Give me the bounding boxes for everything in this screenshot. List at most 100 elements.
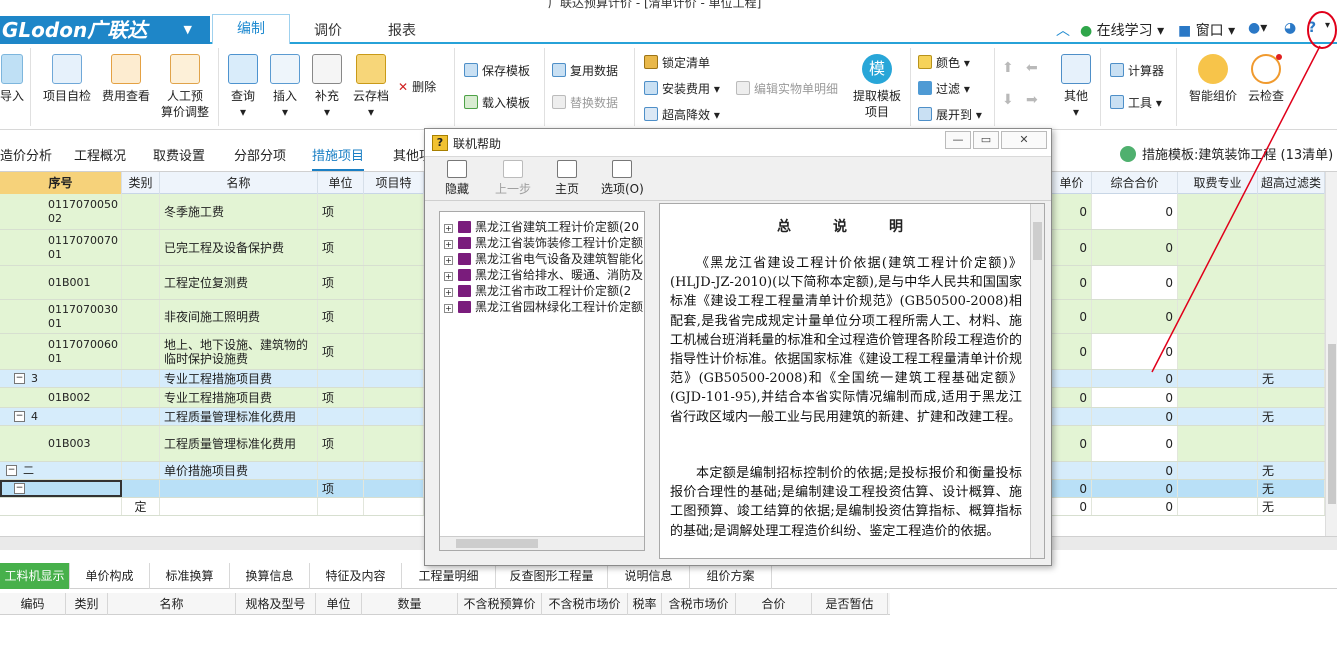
- cell-category[interactable]: [122, 426, 160, 461]
- tab-adjust-price[interactable]: 调价: [314, 20, 342, 40]
- cell-feature[interactable]: [364, 462, 424, 479]
- expand-plus-icon[interactable]: +: [444, 288, 453, 297]
- service-robot-icon[interactable]: ◕: [1284, 20, 1296, 36]
- cell-total[interactable]: 0: [1092, 498, 1178, 515]
- calculator-button[interactable]: 计算器: [1110, 62, 1164, 79]
- cell-name[interactable]: 工程质量管理标准化费用: [160, 408, 318, 425]
- expand-to-button[interactable]: 展开到 ▾: [918, 106, 982, 123]
- cell-name[interactable]: 专业工程措施项目费: [160, 388, 318, 407]
- cell-unit[interactable]: 项: [318, 230, 364, 265]
- cell-fee-major[interactable]: [1178, 408, 1258, 425]
- col-item-name[interactable]: 名称: [108, 593, 236, 615]
- edit-entity-button[interactable]: 编辑实物单明细: [736, 80, 838, 97]
- cell-name[interactable]: 地上、地下设施、建筑物的临时保护设施费: [160, 334, 318, 369]
- col-budget-price[interactable]: 不含税预算价: [458, 593, 542, 615]
- col-seq[interactable]: 序号: [0, 172, 122, 194]
- col-amount[interactable]: 合价: [736, 593, 812, 615]
- cell-feature[interactable]: [364, 388, 424, 407]
- tab-unit-composition[interactable]: 单价构成: [70, 563, 150, 589]
- cell-fee-major[interactable]: [1178, 300, 1258, 333]
- col-tax-market-price[interactable]: 含税市场价: [662, 593, 736, 615]
- tab-pricing-scheme[interactable]: 组价方案: [690, 563, 772, 589]
- col-price[interactable]: 单价: [1052, 172, 1092, 194]
- cell-category[interactable]: [122, 462, 160, 479]
- cell-feature[interactable]: [364, 300, 424, 333]
- cell-total[interactable]: 0: [1092, 408, 1178, 425]
- cell-price[interactable]: [1052, 408, 1092, 425]
- col-total[interactable]: 综合合价: [1092, 172, 1178, 194]
- cell-seq[interactable]: 011707007001: [0, 230, 122, 265]
- expand-plus-icon[interactable]: +: [444, 256, 453, 265]
- cell-feature[interactable]: [364, 498, 424, 515]
- tab-labor-material[interactable]: 工料机显示: [0, 563, 70, 589]
- save-template-button[interactable]: 保存模板: [464, 62, 530, 79]
- cell-fee-major[interactable]: [1178, 480, 1258, 497]
- cell-total[interactable]: 0: [1092, 426, 1178, 461]
- cell-feature[interactable]: [364, 194, 424, 229]
- measure-template-info[interactable]: 措施模板:建筑装饰工程 (13清单): [1120, 144, 1333, 163]
- tab-quantity-detail[interactable]: 工程量明细: [402, 563, 496, 589]
- scroll-thumb[interactable]: [1033, 222, 1042, 260]
- collapse-minus-icon[interactable]: −: [14, 373, 25, 384]
- cell-fee-major[interactable]: [1178, 462, 1258, 479]
- filter-button[interactable]: 过滤 ▾: [918, 80, 970, 97]
- project-self-check-button[interactable]: 项目自检: [40, 54, 94, 104]
- tab-reverse-graphic[interactable]: 反查图形工程量: [496, 563, 608, 589]
- dialog-titlebar[interactable]: ? 联机帮助 — ▭ ✕: [425, 129, 1051, 157]
- tree-item[interactable]: + 黑龙江省电气设备及建筑智能化: [444, 250, 643, 267]
- content-vertical-scrollbar[interactable]: [1030, 204, 1044, 558]
- cell-unit[interactable]: 项: [318, 334, 364, 369]
- cell-price[interactable]: 0: [1052, 334, 1092, 369]
- cell-fee-major[interactable]: [1178, 426, 1258, 461]
- minimize-button[interactable]: —: [945, 131, 971, 149]
- cell-seq[interactable]: 01B002: [0, 388, 122, 407]
- scroll-thumb[interactable]: [1328, 344, 1336, 504]
- cell-category[interactable]: 定: [122, 498, 160, 515]
- cell-name[interactable]: 工程定位复测费: [160, 266, 318, 299]
- cell-seq[interactable]: 011707005002: [0, 194, 122, 229]
- cell-category[interactable]: [122, 334, 160, 369]
- cell-name[interactable]: 工程质量管理标准化费用: [160, 426, 318, 461]
- cell-total[interactable]: 0: [1092, 334, 1178, 369]
- cell-category[interactable]: [122, 408, 160, 425]
- cell-fee-major[interactable]: [1178, 230, 1258, 265]
- cell-unit[interactable]: [318, 498, 364, 515]
- cell-total[interactable]: 0: [1092, 194, 1178, 229]
- cell-total[interactable]: 0: [1092, 480, 1178, 497]
- tree-item[interactable]: + 黑龙江省装饰装修工程计价定额: [444, 234, 643, 251]
- extract-template-button[interactable]: 模 提取模板 项目: [848, 54, 906, 120]
- cell-super-filter[interactable]: 无: [1258, 370, 1325, 387]
- tree-item[interactable]: + 黑龙江省建筑工程计价定额(20: [444, 218, 639, 235]
- smart-pricing-button[interactable]: 智能组价: [1184, 54, 1242, 104]
- cell-category[interactable]: [122, 266, 160, 299]
- tab-standard-conversion[interactable]: 标准换算: [150, 563, 230, 589]
- maximize-button[interactable]: ▭: [973, 131, 999, 149]
- tree-item[interactable]: + 黑龙江省市政工程计价定额(2: [444, 282, 631, 299]
- cell-unit[interactable]: 项: [318, 266, 364, 299]
- app-logo-button[interactable]: GLodon广联达 ▼: [0, 16, 210, 44]
- cell-unit[interactable]: [318, 462, 364, 479]
- col-quantity[interactable]: 数量: [362, 593, 458, 615]
- col-name[interactable]: 名称: [160, 172, 318, 194]
- home-button[interactable]: 主页: [555, 160, 579, 197]
- expand-plus-icon[interactable]: +: [444, 272, 453, 281]
- cell-name[interactable]: 单价措施项目费: [160, 462, 318, 479]
- super-high-button[interactable]: 超高降效 ▾: [644, 106, 720, 123]
- cell-super-filter[interactable]: [1258, 266, 1325, 299]
- online-learning-button[interactable]: ● 在线学习 ▾: [1080, 20, 1164, 40]
- cell-unit[interactable]: 项: [318, 426, 364, 461]
- replace-data-button[interactable]: 替换数据: [552, 94, 618, 111]
- col-fee-major[interactable]: 取费专业: [1178, 172, 1258, 194]
- collapse-minus-icon[interactable]: −: [14, 483, 25, 494]
- col-type[interactable]: 类别: [66, 593, 108, 615]
- reuse-data-button[interactable]: 复用数据: [552, 62, 618, 79]
- cell-super-filter[interactable]: [1258, 388, 1325, 407]
- cell-name[interactable]: 专业工程措施项目费: [160, 370, 318, 387]
- cell-seq[interactable]: 01B001: [0, 266, 122, 299]
- tab-features[interactable]: 特征及内容: [310, 563, 402, 589]
- cell-price[interactable]: 0: [1052, 266, 1092, 299]
- collapse-minus-icon[interactable]: −: [6, 465, 17, 476]
- cell-seq[interactable]: 011707006001: [0, 334, 122, 369]
- grid-vertical-scrollbar[interactable]: [1325, 172, 1337, 536]
- cloud-save-button[interactable]: 云存档 ▾: [350, 54, 392, 120]
